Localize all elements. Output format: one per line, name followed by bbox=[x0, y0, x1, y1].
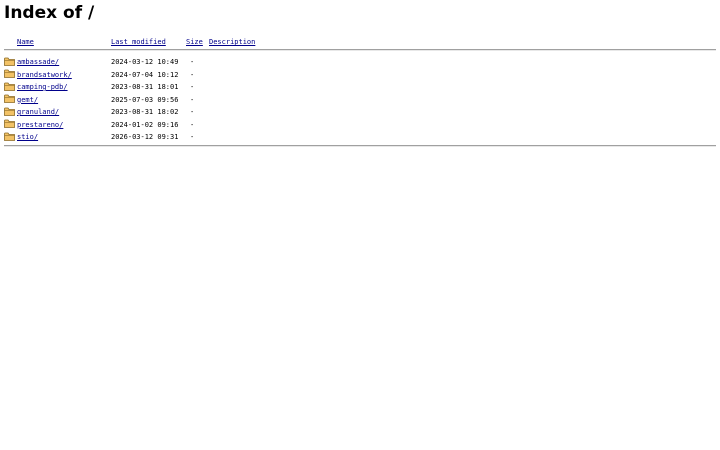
sort-by-size-link[interactable]: Size bbox=[186, 37, 203, 47]
table-row: stio/2026-03-12 09:31 - bbox=[4, 131, 716, 144]
folder-link[interactable]: brandsatwork/ bbox=[17, 69, 72, 82]
sort-by-description-link[interactable]: Description bbox=[209, 37, 255, 47]
folder-link[interactable]: prestareno/ bbox=[17, 119, 63, 132]
last-modified-value: 2023-08-31 18:02 bbox=[111, 108, 179, 116]
size-value: - bbox=[190, 58, 195, 66]
page-title: Index of / bbox=[4, 3, 95, 23]
folder-icon bbox=[4, 57, 15, 66]
listing-header: Name Last modified Size Description bbox=[4, 37, 716, 47]
folder-icon bbox=[4, 82, 15, 91]
size-value: - bbox=[190, 108, 195, 116]
last-modified-value: 2026-03-12 09:31 bbox=[111, 133, 179, 141]
table-row: camping-pdb/2023-08-31 18:01 - bbox=[4, 81, 716, 94]
folder-icon bbox=[4, 119, 15, 128]
table-row: gemt/2025-07-03 09:56 - bbox=[4, 94, 716, 107]
folder-link[interactable]: granuland/ bbox=[17, 106, 59, 119]
table-row: ambassade/2024-03-12 10:49 - bbox=[4, 56, 716, 69]
table-row: granuland/2023-08-31 18:02 - bbox=[4, 106, 716, 119]
last-modified-value: 2023-08-31 18:01 bbox=[111, 83, 179, 91]
size-value: - bbox=[190, 83, 195, 91]
size-value: - bbox=[190, 95, 195, 104]
last-modified-value: 2024-01-02 09:16 bbox=[111, 120, 179, 129]
last-modified-value: 2025-07-03 09:56 bbox=[111, 95, 179, 104]
folder-icon bbox=[4, 107, 15, 116]
size-value: - bbox=[190, 120, 195, 129]
folder-icon bbox=[4, 132, 15, 141]
size-value: - bbox=[190, 133, 195, 141]
table-row: brandsatwork/2024-07-04 10:12 - bbox=[4, 69, 716, 82]
sort-by-last-modified-link[interactable]: Last modified bbox=[111, 37, 166, 47]
last-modified-value: 2024-03-12 10:49 bbox=[111, 58, 179, 66]
table-row: prestareno/2024-01-02 09:16 - bbox=[4, 119, 716, 132]
footer-divider bbox=[4, 144, 716, 147]
size-value: - bbox=[190, 70, 195, 79]
header-divider bbox=[4, 49, 716, 51]
folder-icon bbox=[4, 94, 15, 103]
directory-listing: Name Last modified Size Description amba… bbox=[4, 37, 716, 147]
folder-icon bbox=[4, 69, 15, 78]
folder-link[interactable]: gemt/ bbox=[17, 94, 38, 107]
folder-link[interactable]: ambassade/ bbox=[17, 56, 59, 69]
sort-by-name-link[interactable]: Name bbox=[17, 37, 34, 47]
folder-link[interactable]: stio/ bbox=[17, 131, 38, 144]
last-modified-value: 2024-07-04 10:12 bbox=[111, 70, 179, 79]
folder-link[interactable]: camping-pdb/ bbox=[17, 81, 68, 94]
